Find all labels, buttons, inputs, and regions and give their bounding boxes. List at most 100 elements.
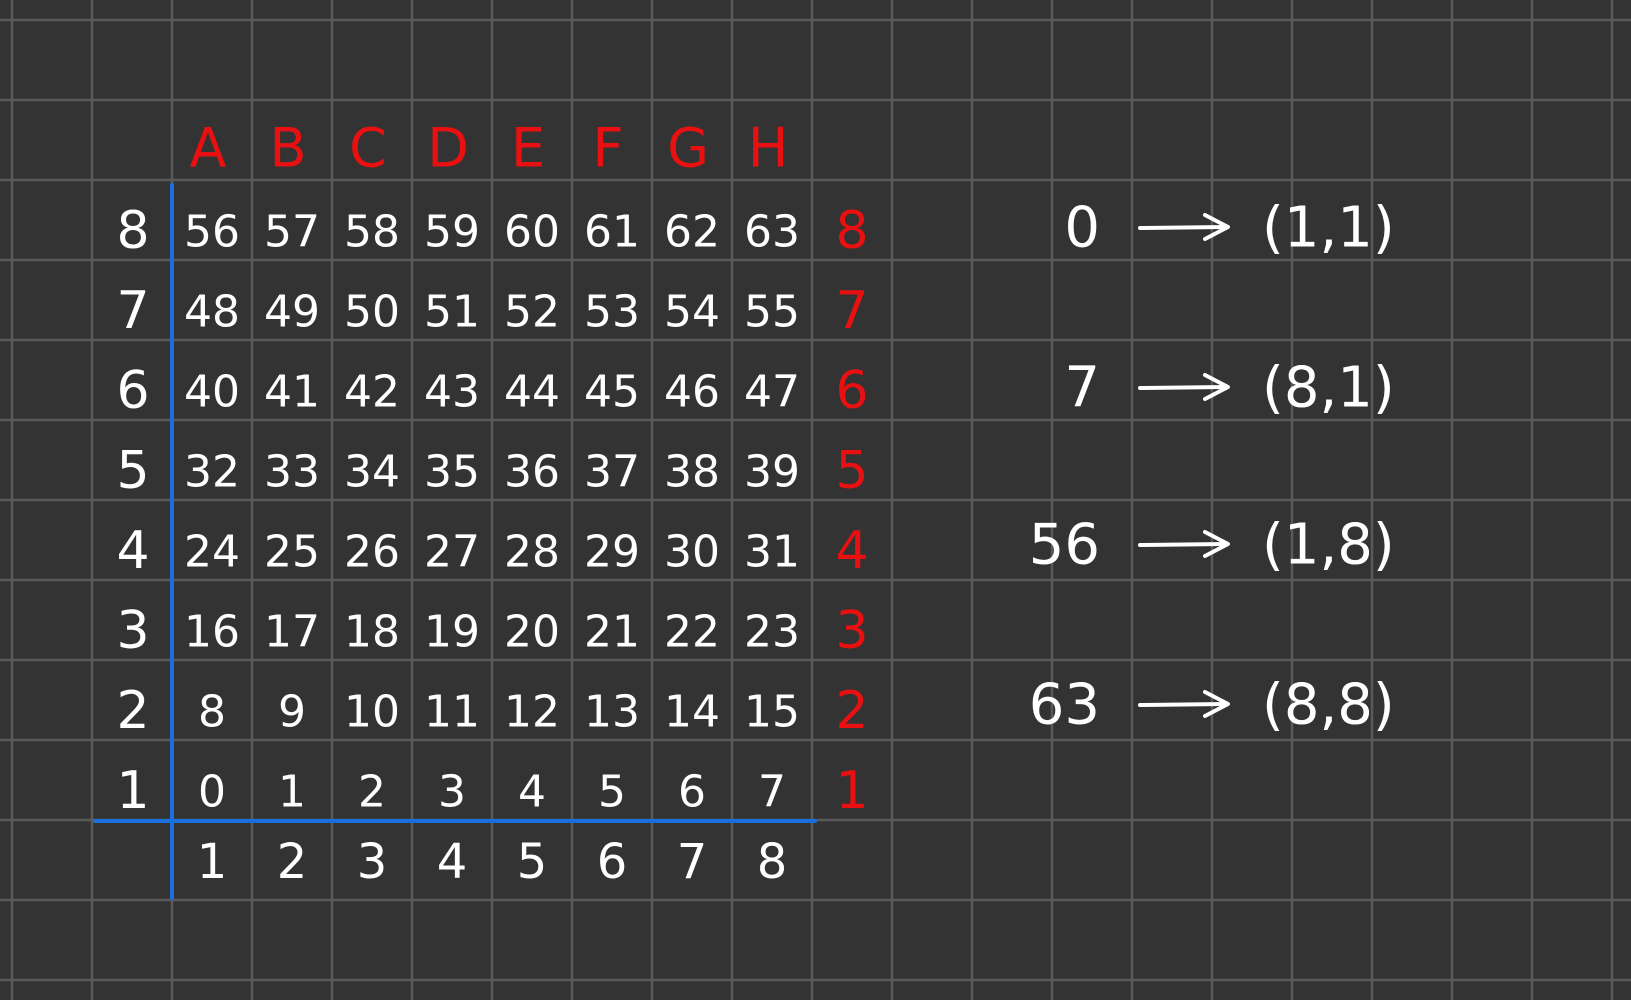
- arrow-icon: [1138, 702, 1227, 707]
- background-grid: [0, 0, 1631, 1000]
- square-index: 28: [504, 527, 560, 578]
- notebook-canvas: ABCDEFGH 87654321 87654321 56 57 58 59 60 61 6…: [0, 0, 1631, 1000]
- square-index: 47: [744, 367, 800, 418]
- square-index: 49: [264, 287, 320, 338]
- mapping-coordinate: (8,1): [1262, 356, 1395, 421]
- mapping-index: 63: [1029, 673, 1100, 738]
- rank-label-right: 5: [835, 441, 868, 501]
- square-index: 8: [198, 687, 226, 738]
- square-index: 3: [438, 767, 466, 818]
- column-number: 5: [517, 834, 548, 890]
- square-index: 23: [744, 607, 800, 658]
- square-index: 53: [584, 287, 640, 338]
- square-index: 18: [344, 607, 400, 658]
- column-number: 7: [677, 834, 708, 890]
- square-index: 14: [664, 687, 720, 738]
- rank-label-right: 2: [835, 681, 868, 741]
- mapping-coordinate: (8,8): [1262, 673, 1395, 738]
- square-index: 30: [664, 527, 720, 578]
- rank-label-right: 7: [835, 281, 868, 341]
- file-label: B: [269, 117, 306, 180]
- square-index: 63: [744, 207, 800, 258]
- rank-label-right: 6: [835, 361, 868, 421]
- mapping-index: 0: [1064, 196, 1100, 261]
- square-index: 31: [744, 527, 800, 578]
- square-index: 52: [504, 287, 560, 338]
- arrow-icon: [1138, 542, 1227, 547]
- square-index: 9: [278, 687, 306, 738]
- square-index: 44: [504, 367, 560, 418]
- square-index: 1: [278, 767, 306, 818]
- rank-label-right: 3: [835, 601, 868, 661]
- square-index: 37: [584, 447, 640, 498]
- column-number: 3: [357, 834, 388, 890]
- square-index: 25: [264, 527, 320, 578]
- square-index: 22: [664, 607, 720, 658]
- square-index: 12: [504, 687, 560, 738]
- mapping-coordinate: (1,1): [1262, 196, 1395, 261]
- square-index: 2: [358, 767, 386, 818]
- column-number: 1: [197, 834, 228, 890]
- square-index: 54: [664, 287, 720, 338]
- square-index: 46: [664, 367, 720, 418]
- square-index: 4: [518, 767, 546, 818]
- square-index: 58: [344, 207, 400, 258]
- square-index: 7: [758, 767, 786, 818]
- square-index: 17: [264, 607, 320, 658]
- square-index: 57: [264, 207, 320, 258]
- square-index: 56: [184, 207, 240, 258]
- rank-label-right: 1: [835, 761, 868, 821]
- rank-label-left: 4: [116, 521, 149, 581]
- file-label: A: [190, 117, 227, 180]
- square-index: 43: [424, 367, 480, 418]
- file-label: G: [667, 117, 709, 180]
- square-index: 19: [424, 607, 480, 658]
- mapping-coordinate: (1,8): [1262, 513, 1395, 578]
- rank-label-right: 4: [835, 521, 868, 581]
- column-number: 6: [597, 834, 628, 890]
- square-index: 62: [664, 207, 720, 258]
- mapping-row: 7 (8,1): [1064, 356, 1394, 421]
- column-number: 4: [437, 834, 468, 890]
- square-index: 5: [598, 767, 626, 818]
- square-index: 11: [424, 687, 480, 738]
- rank-labels-right: 8 7 6 5 4 3 2 1: [835, 201, 868, 821]
- square-index: 21: [584, 607, 640, 658]
- square-index: 15: [744, 687, 800, 738]
- square-index: 55: [744, 287, 800, 338]
- square-index: 45: [584, 367, 640, 418]
- square-index: 6: [678, 767, 706, 818]
- arrow-icon: [1138, 225, 1227, 230]
- rank-label-left: 8: [116, 201, 149, 261]
- column-number: 2: [277, 834, 308, 890]
- square-index: 60: [504, 207, 560, 258]
- square-index: 59: [424, 207, 480, 258]
- file-label: H: [748, 117, 789, 180]
- rank-label-left: 6: [116, 361, 149, 421]
- square-index: 50: [344, 287, 400, 338]
- square-index: 41: [264, 367, 320, 418]
- square-index: 16: [184, 607, 240, 658]
- mapping-index: 7: [1064, 356, 1100, 421]
- square-index: 0: [198, 767, 226, 818]
- square-index: 10: [344, 687, 400, 738]
- square-index: 34: [344, 447, 400, 498]
- square-index: 51: [424, 287, 480, 338]
- square-index: 48: [184, 287, 240, 338]
- arrow-icon: [1138, 385, 1227, 390]
- file-label: E: [511, 117, 545, 180]
- square-index: 33: [264, 447, 320, 498]
- file-label: F: [592, 117, 623, 180]
- square-index: 32: [184, 447, 240, 498]
- square-index: 39: [744, 447, 800, 498]
- file-labels: ABCDEFGH: [190, 117, 789, 180]
- square-index: 26: [344, 527, 400, 578]
- rank-label-right: 8: [835, 201, 868, 261]
- rank-label-left: 5: [116, 441, 149, 501]
- column-number: 8: [757, 834, 788, 890]
- square-index: 40: [184, 367, 240, 418]
- file-label: C: [349, 117, 387, 180]
- square-index: 61: [584, 207, 640, 258]
- rank-label-left: 3: [116, 601, 149, 661]
- square-index: 13: [584, 687, 640, 738]
